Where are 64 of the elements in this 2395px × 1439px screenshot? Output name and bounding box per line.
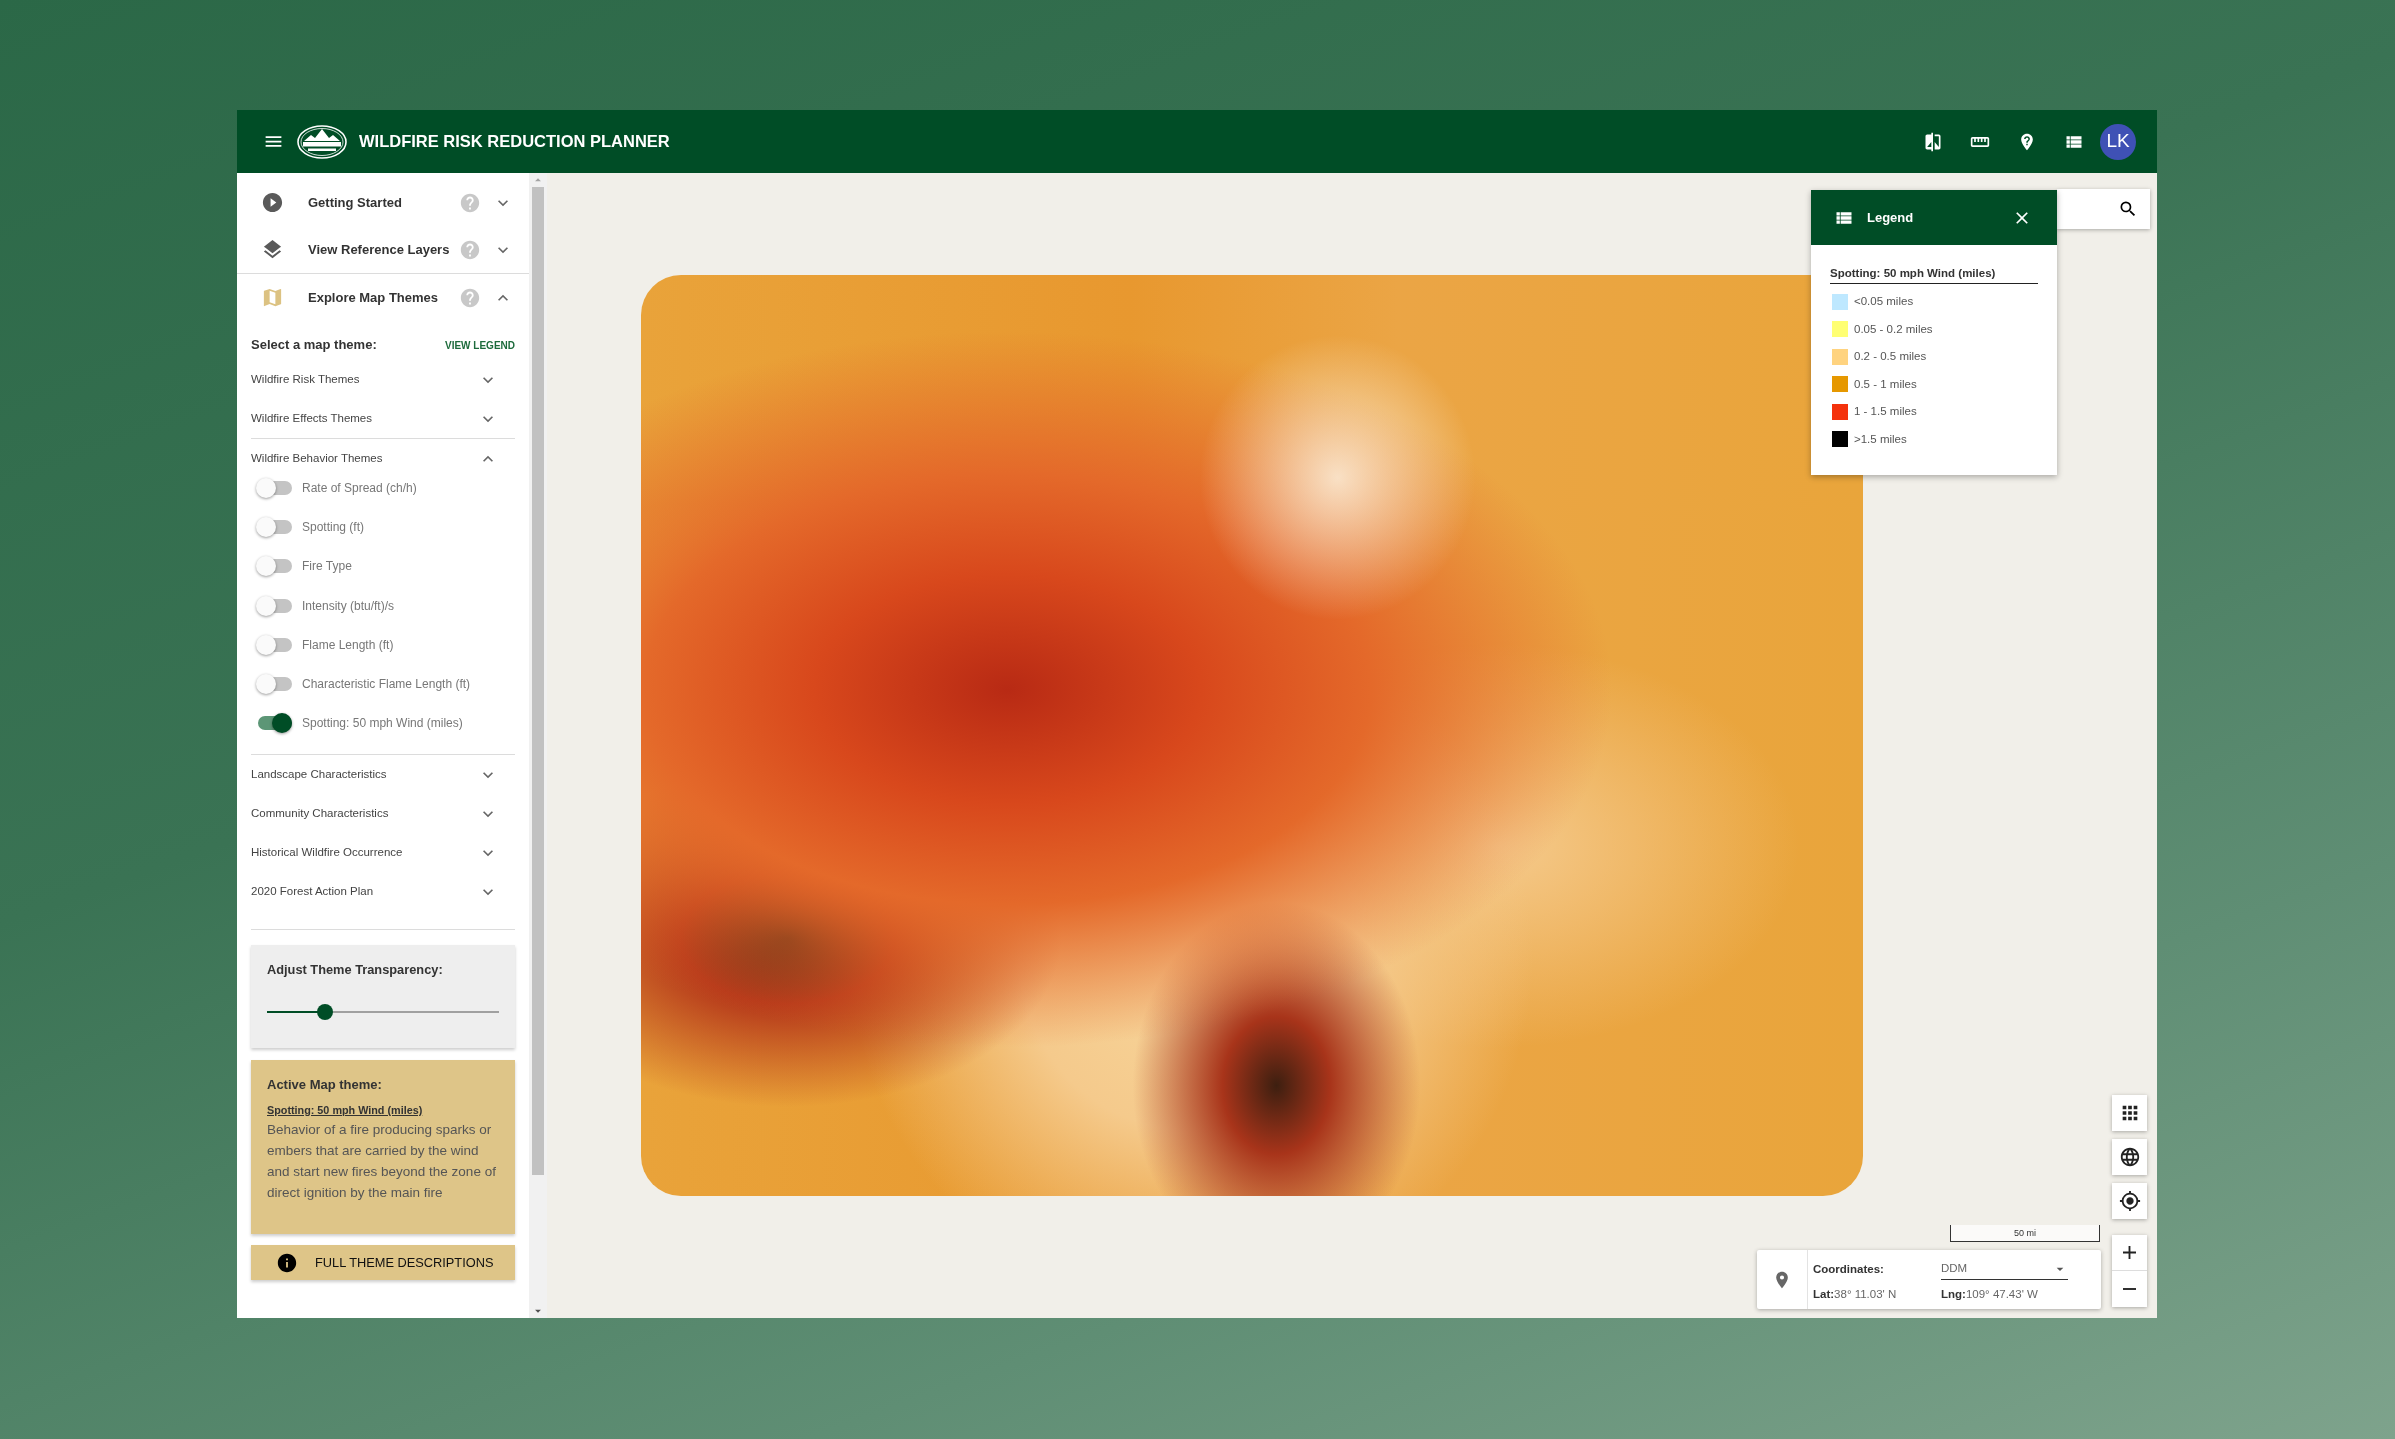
format-select[interactable]: DDM — [1941, 1259, 2068, 1280]
section-header[interactable]: View Reference Layers — [237, 226, 529, 273]
transparency-slider[interactable] — [267, 1004, 499, 1021]
section-header[interactable]: Getting Started — [237, 179, 529, 226]
theme-group-header[interactable]: Community Characteristics — [251, 794, 515, 834]
active-theme-link[interactable]: Spotting: 50 mph Wind (miles) — [267, 1103, 501, 1118]
globe-button[interactable] — [2112, 1139, 2147, 1175]
toggle-label: Spotting: 50 mph Wind (miles) — [302, 715, 463, 733]
toggle-switch[interactable] — [256, 477, 292, 498]
coordinates-label: Coordinates: — [1813, 1261, 1885, 1277]
theme-group-header[interactable]: Wildfire Effects Themes — [251, 399, 515, 438]
active-theme-title: Active Map theme: — [267, 1076, 383, 1095]
crosshair-icon — [2118, 1190, 2141, 1212]
theme-group-header[interactable]: Wildfire Behavior Themes — [251, 439, 515, 478]
locate-button[interactable] — [2112, 1183, 2147, 1219]
theme-group-header[interactable]: Landscape Characteristics — [251, 755, 515, 795]
logo — [297, 124, 347, 159]
toggle-label: Characteristic Flame Length (ft) — [302, 676, 471, 694]
section-header[interactable]: Explore Map Themes — [237, 274, 529, 321]
toggle-switch[interactable] — [256, 713, 292, 734]
toggle-label: Rate of Spread (ch/h) — [302, 479, 417, 497]
toggle-switch[interactable] — [256, 595, 292, 616]
play-icon — [261, 191, 284, 214]
theme-group-header[interactable]: Historical Wildfire Occurrence — [251, 833, 515, 873]
toggle-label: Intensity (btu/ft)/s — [302, 597, 395, 615]
toggle-label: Flame Length (ft) — [302, 636, 394, 654]
globe-icon — [2118, 1146, 2141, 1168]
toggle-label: Fire Type — [302, 558, 352, 576]
legend-label: 1 - 1.5 miles — [1854, 404, 1917, 420]
toggle-switch[interactable] — [256, 674, 292, 695]
legend-label: 0.2 - 0.5 miles — [1854, 349, 1927, 365]
legend-label: >1.5 miles — [1854, 431, 1907, 447]
search-icon[interactable] — [2118, 199, 2138, 219]
legend-subtitle: Spotting: 50 mph Wind (miles) — [1830, 264, 2038, 284]
toggle-label: Spotting (ft) — [302, 518, 365, 536]
basemap-button[interactable] — [2112, 1095, 2147, 1131]
legend-title: Legend — [1867, 208, 1914, 227]
plus-icon — [2123, 1246, 2136, 1259]
map-basemap[interactable]: Legend Spotting: 50 mph Wind (miles) <0.05 miles 0.05 - 0.2 miles 0.2 - 0.5 miles 0.5 - 1 miles 1 - 1.5 miles >1.5 miles 50 mi Coordinates: DDM Lat:38° 11.03' N Lng:109° 47.43' W — [547, 173, 2157, 1318]
layers-icon — [261, 238, 284, 261]
theme-picker-heading: Select a map theme: — [251, 336, 377, 355]
theme-group-header[interactable]: Wildfire Risk Themes — [251, 360, 515, 399]
folded-map-icon — [261, 286, 284, 309]
user-avatar[interactable]: LK — [2100, 123, 2136, 160]
minus-icon — [2123, 1288, 2136, 1290]
scrollbar-thumb[interactable] — [532, 187, 544, 1175]
theme-group-header[interactable]: 2020 Forest Action Plan — [251, 872, 515, 912]
legend-label: <0.05 miles — [1854, 294, 1914, 310]
search-field[interactable] — [2057, 189, 2150, 229]
legend-label: 0.05 - 0.2 miles — [1854, 321, 1933, 337]
transparency-title: Adjust Theme Transparency: — [267, 961, 444, 980]
toggle-switch[interactable] — [256, 556, 292, 577]
split-view-icon[interactable] — [1923, 131, 1943, 152]
app-title: WILDFIRE RISK REDUCTION PLANNER — [359, 131, 670, 153]
toggle-switch[interactable] — [256, 634, 292, 655]
toggle-switch[interactable] — [256, 516, 292, 537]
legend-label: 0.5 - 1 miles — [1854, 376, 1917, 392]
scale-bar: 50 mi — [1950, 1225, 2100, 1242]
longitude-value: Lng:109° 47.43' W — [1941, 1286, 2039, 1302]
view-legend-link[interactable]: VIEW LEGEND — [445, 337, 515, 353]
active-theme-description: Behavior of a fire producing sparks or embers that are carried by the wind and start new fires beyond the zone of direct ignition by the main fire — [267, 1121, 497, 1203]
full-descriptions-button[interactable]: FULL THEME DESCRIPTIONS — [251, 1245, 515, 1281]
info-icon — [276, 1251, 298, 1274]
latitude-value: Lat:38° 11.03' N — [1813, 1286, 1898, 1302]
